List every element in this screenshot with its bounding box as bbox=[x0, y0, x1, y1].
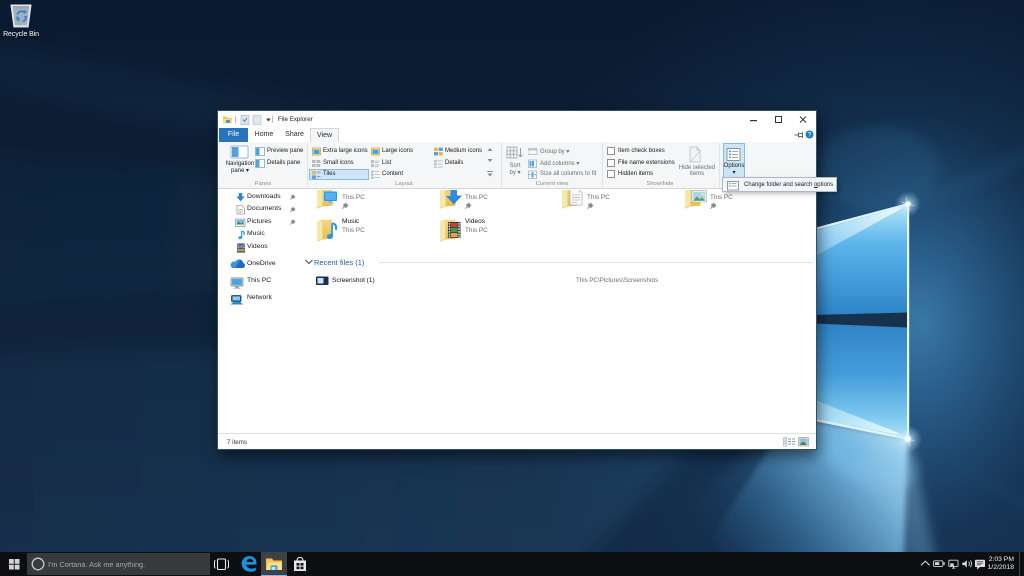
svg-text:?: ? bbox=[808, 132, 812, 139]
